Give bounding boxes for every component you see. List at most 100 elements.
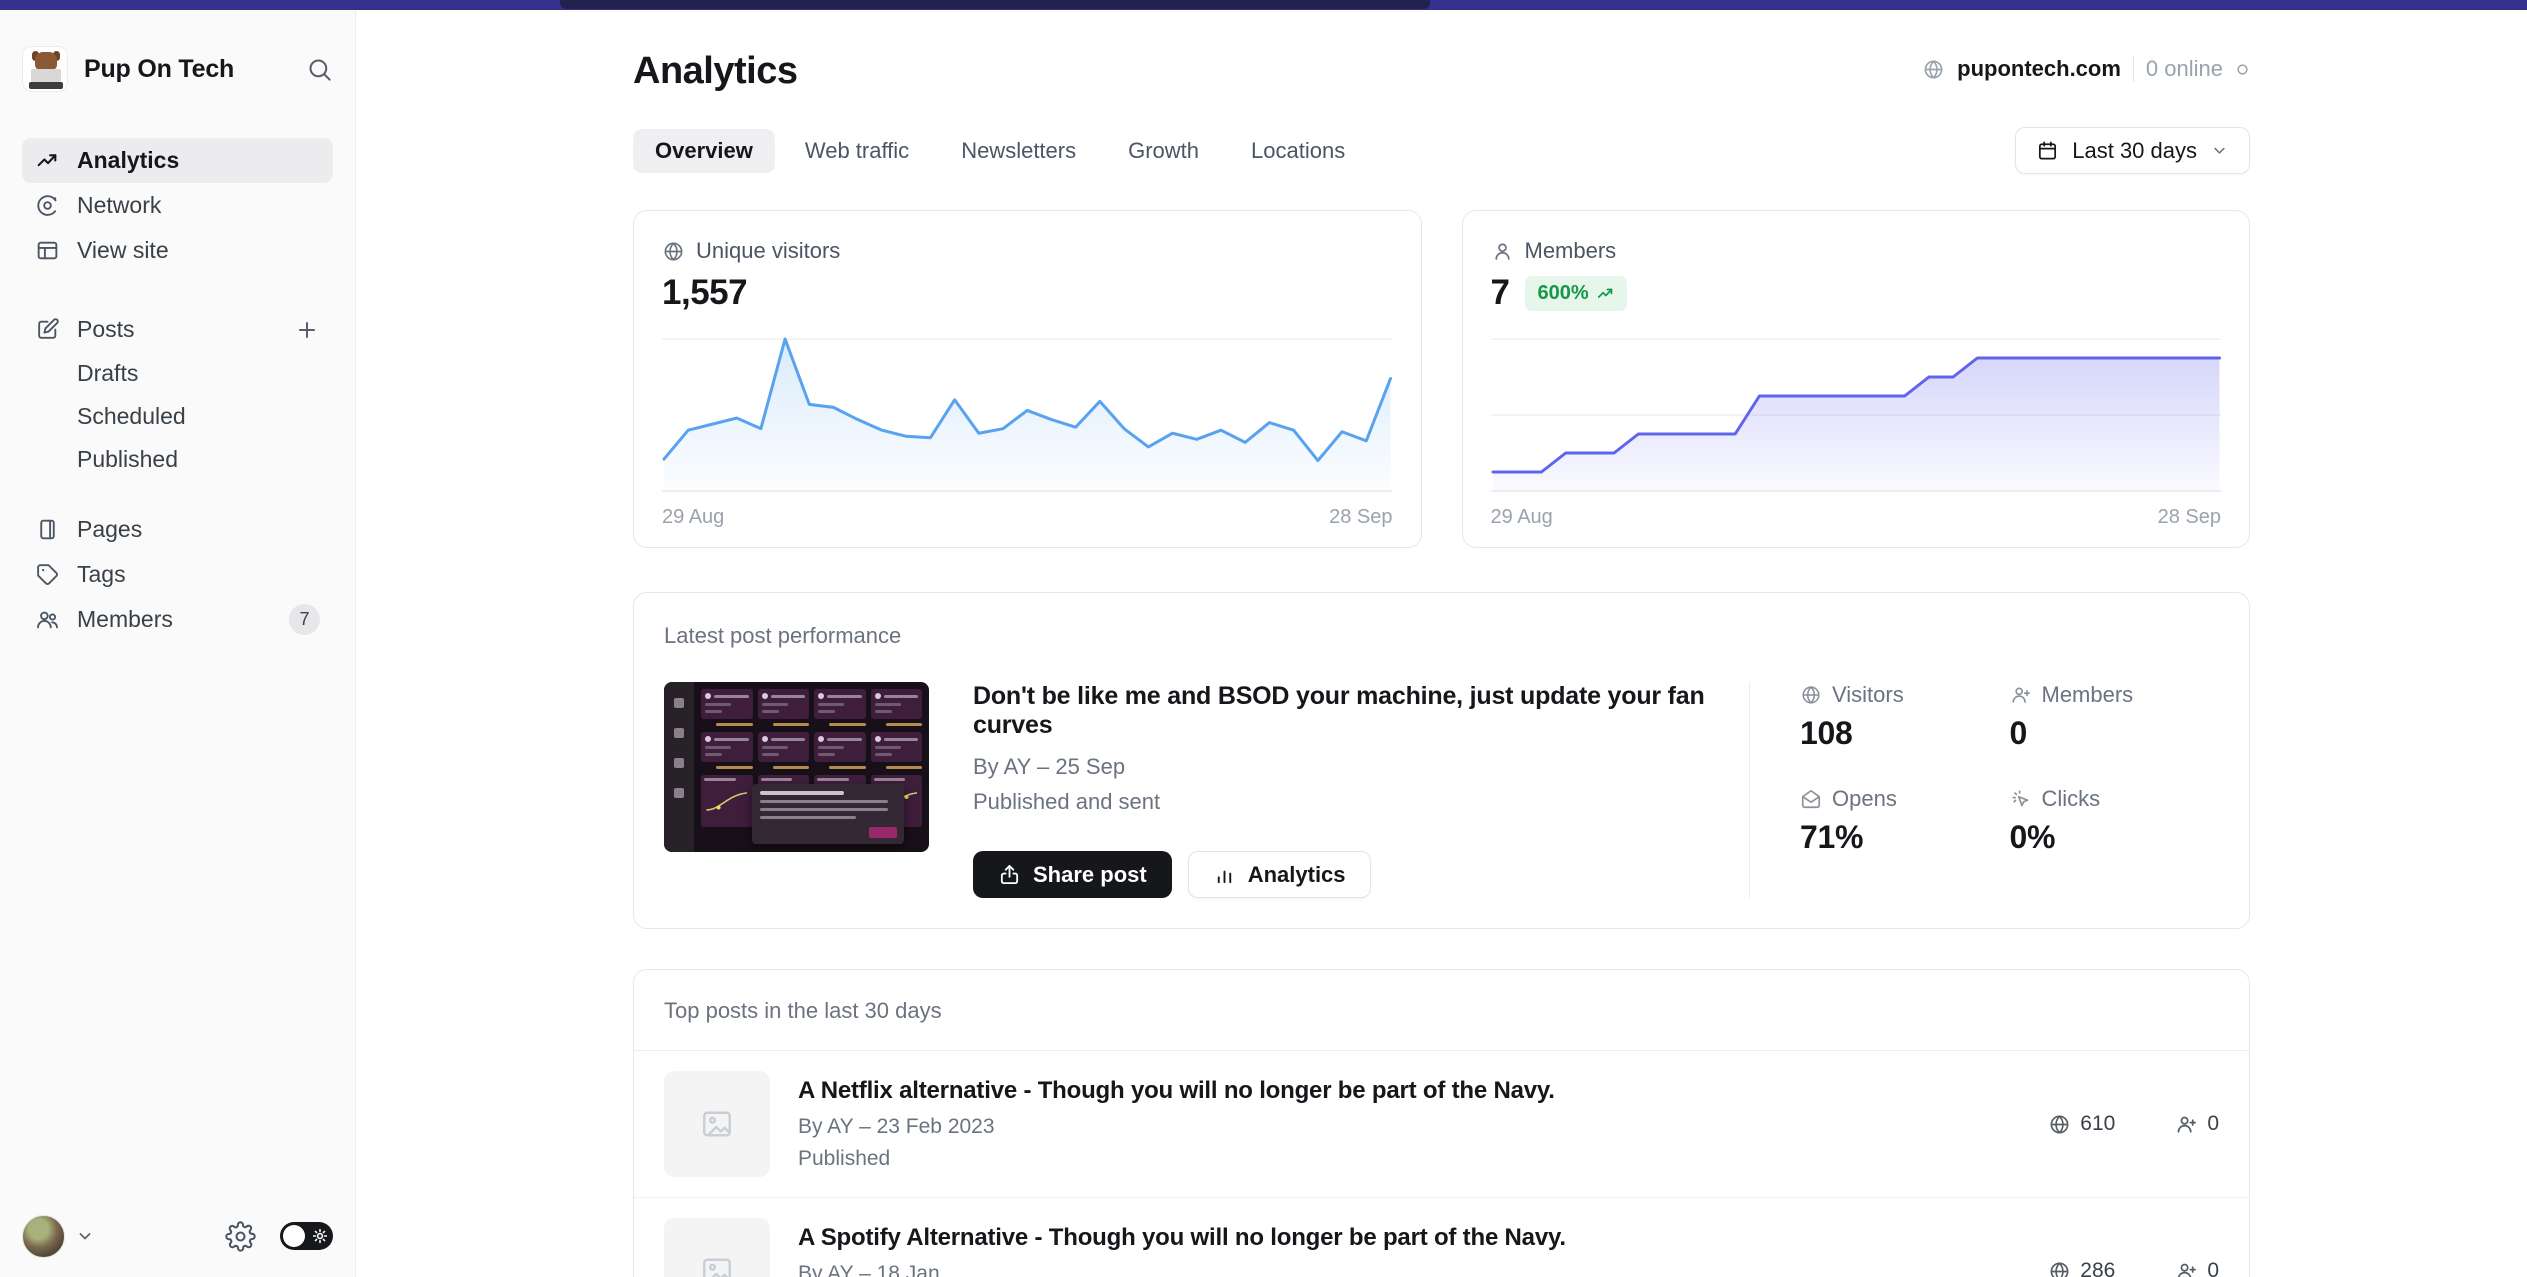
page-icon [35,517,60,542]
dark-mode-toggle[interactable] [280,1222,333,1250]
post-stats: 610 0 [2048,1112,2219,1136]
latest-post-title[interactable]: Don't be like me and BSOD your machine, … [973,682,1709,740]
members-card[interactable]: Members 7 600% 29 Aug 28 Sep [1461,210,2250,548]
tab-growth[interactable]: Growth [1106,129,1221,173]
stat-value: 0 [2207,1112,2219,1135]
card-label: Unique visitors [696,238,841,263]
chevron-down-icon [2210,141,2229,160]
top-post-row[interactable]: A Netflix alternative - Though you will … [634,1051,2249,1197]
globe-icon [2048,1113,2071,1136]
sidebar-item-pages[interactable]: Pages [22,507,333,552]
site-logo [22,46,68,92]
mail-open-icon [1800,788,1822,810]
orbit-icon [35,193,60,218]
trending-up-icon [35,148,60,173]
unique-visitors-chart: 29 Aug 28 Sep [662,333,1393,529]
globe-icon [2048,1260,2071,1277]
members-delta-badge: 600% [1525,275,1627,311]
sidebar-item-network[interactable]: Network [22,183,333,228]
members-stat: 0 [2175,1112,2219,1136]
tab-locations[interactable]: Locations [1229,129,1367,173]
sidebar-item-analytics[interactable]: Analytics [22,138,333,183]
stat-value: 286 [2080,1259,2116,1277]
sidebar-item-label: Tags [77,561,126,587]
top-post-row[interactable]: A Spotify Alternative - Though you will … [634,1197,2249,1277]
delta-value: 600% [1537,281,1589,304]
globe-icon [1800,684,1822,706]
members-chart: 29 Aug 28 Sep [1490,333,2221,529]
unique-visitors-card[interactable]: Unique visitors 1,557 29 Aug 28 Sep [633,210,1422,548]
sidebar-item-label: Analytics [77,147,180,173]
top-progress-bar [0,0,2527,10]
sidebar-item-members[interactable]: Members 7 [22,597,333,642]
date-range-button[interactable]: Last 30 days [2015,127,2250,174]
post-thumbnail-placeholder [664,1071,770,1177]
tab-overview[interactable]: Overview [633,128,775,173]
user-avatar[interactable] [22,1214,65,1258]
members-count-badge: 7 [289,604,320,635]
x-axis-end: 28 Sep [2157,506,2221,528]
sidebar-item-drafts[interactable]: Drafts [22,352,333,395]
tabs-row: Overview Web traffic Newsletters Growth … [633,127,2250,174]
page-title: Analytics [633,50,798,92]
sidebar-item-label: Scheduled [77,403,186,429]
search-icon[interactable] [306,56,333,83]
analytics-label: Analytics [1247,861,1346,887]
latest-post-actions: Share post Analytics [973,851,1709,898]
stat-visitors: Visitors 108 [1800,682,2010,752]
sidebar-item-label: Pages [77,516,143,542]
sidebar: Pup On Tech Analytics Network View site … [0,10,356,1277]
sidebar-item-posts[interactable]: Posts [22,307,333,352]
globe-icon [1922,58,1945,81]
x-axis-start: 29 Aug [662,506,725,528]
main-area: Analytics pupontech.com 0 online Overvie… [356,10,2527,1277]
stat-label: Members [2041,682,2134,707]
site-domain-link[interactable]: pupontech.com [1957,56,2121,82]
x-axis-end: 28 Sep [1329,506,1393,528]
globe-icon [662,240,685,263]
site-brand[interactable]: Pup On Tech [22,46,333,92]
sidebar-item-label: Network [77,192,162,218]
thumbnail-content [694,682,929,852]
stat-label: Visitors [1832,682,1904,707]
tab-web-traffic[interactable]: Web traffic [783,129,931,173]
gear-icon[interactable] [225,1220,256,1252]
sidebar-footer [22,1211,333,1261]
stat-value: 610 [2080,1112,2116,1135]
visitors-stat: 286 [2048,1259,2115,1277]
post-byline: By AY – 18 Jan [798,1262,940,1277]
divider [2132,56,2134,82]
tab-newsletters[interactable]: Newsletters [939,129,1098,173]
sidebar-item-published[interactable]: Published [22,438,333,481]
post-title[interactable]: A Spotify Alternative - Though you will … [798,1224,1566,1252]
sidebar-item-label: Drafts [77,360,139,386]
sidebar-item-scheduled[interactable]: Scheduled [22,395,333,438]
sidebar-item-tags[interactable]: Tags [22,552,333,597]
stat-value: 0 [2009,715,2028,751]
user-icon [1491,240,1514,263]
toggle-knob [283,1225,305,1247]
card-label-row: Unique visitors [662,238,1393,264]
stat-value: 0% [2009,819,2056,855]
layout-icon [35,238,60,263]
post-title[interactable]: A Netflix alternative - Though you will … [798,1077,1555,1105]
stat-clicks: Clicks 0% [2010,786,2220,856]
latest-post-status: Published and sent [973,789,1161,814]
new-post-plus-icon[interactable] [294,317,320,343]
stat-label: Clicks [2041,786,2101,811]
members-stat: 0 [2175,1259,2219,1277]
latest-post-thumbnail[interactable] [664,682,929,852]
thumbnail-sidebar [664,682,694,852]
chevron-down-icon[interactable] [75,1226,95,1246]
latest-post-row: Don't be like me and BSOD your machine, … [664,682,2219,898]
section-title: Top posts in the last 30 days [664,998,942,1023]
unique-visitors-value: 1,557 [662,273,748,312]
analytics-button[interactable]: Analytics [1187,851,1371,898]
app-layout: Pup On Tech Analytics Network View site … [0,10,2527,1277]
share-post-button[interactable]: Share post [973,851,1172,898]
sidebar-item-view-site[interactable]: View site [22,228,333,273]
stat-members: Members 0 [2010,682,2220,752]
main-content: Analytics pupontech.com 0 online Overvie… [633,10,2250,1277]
